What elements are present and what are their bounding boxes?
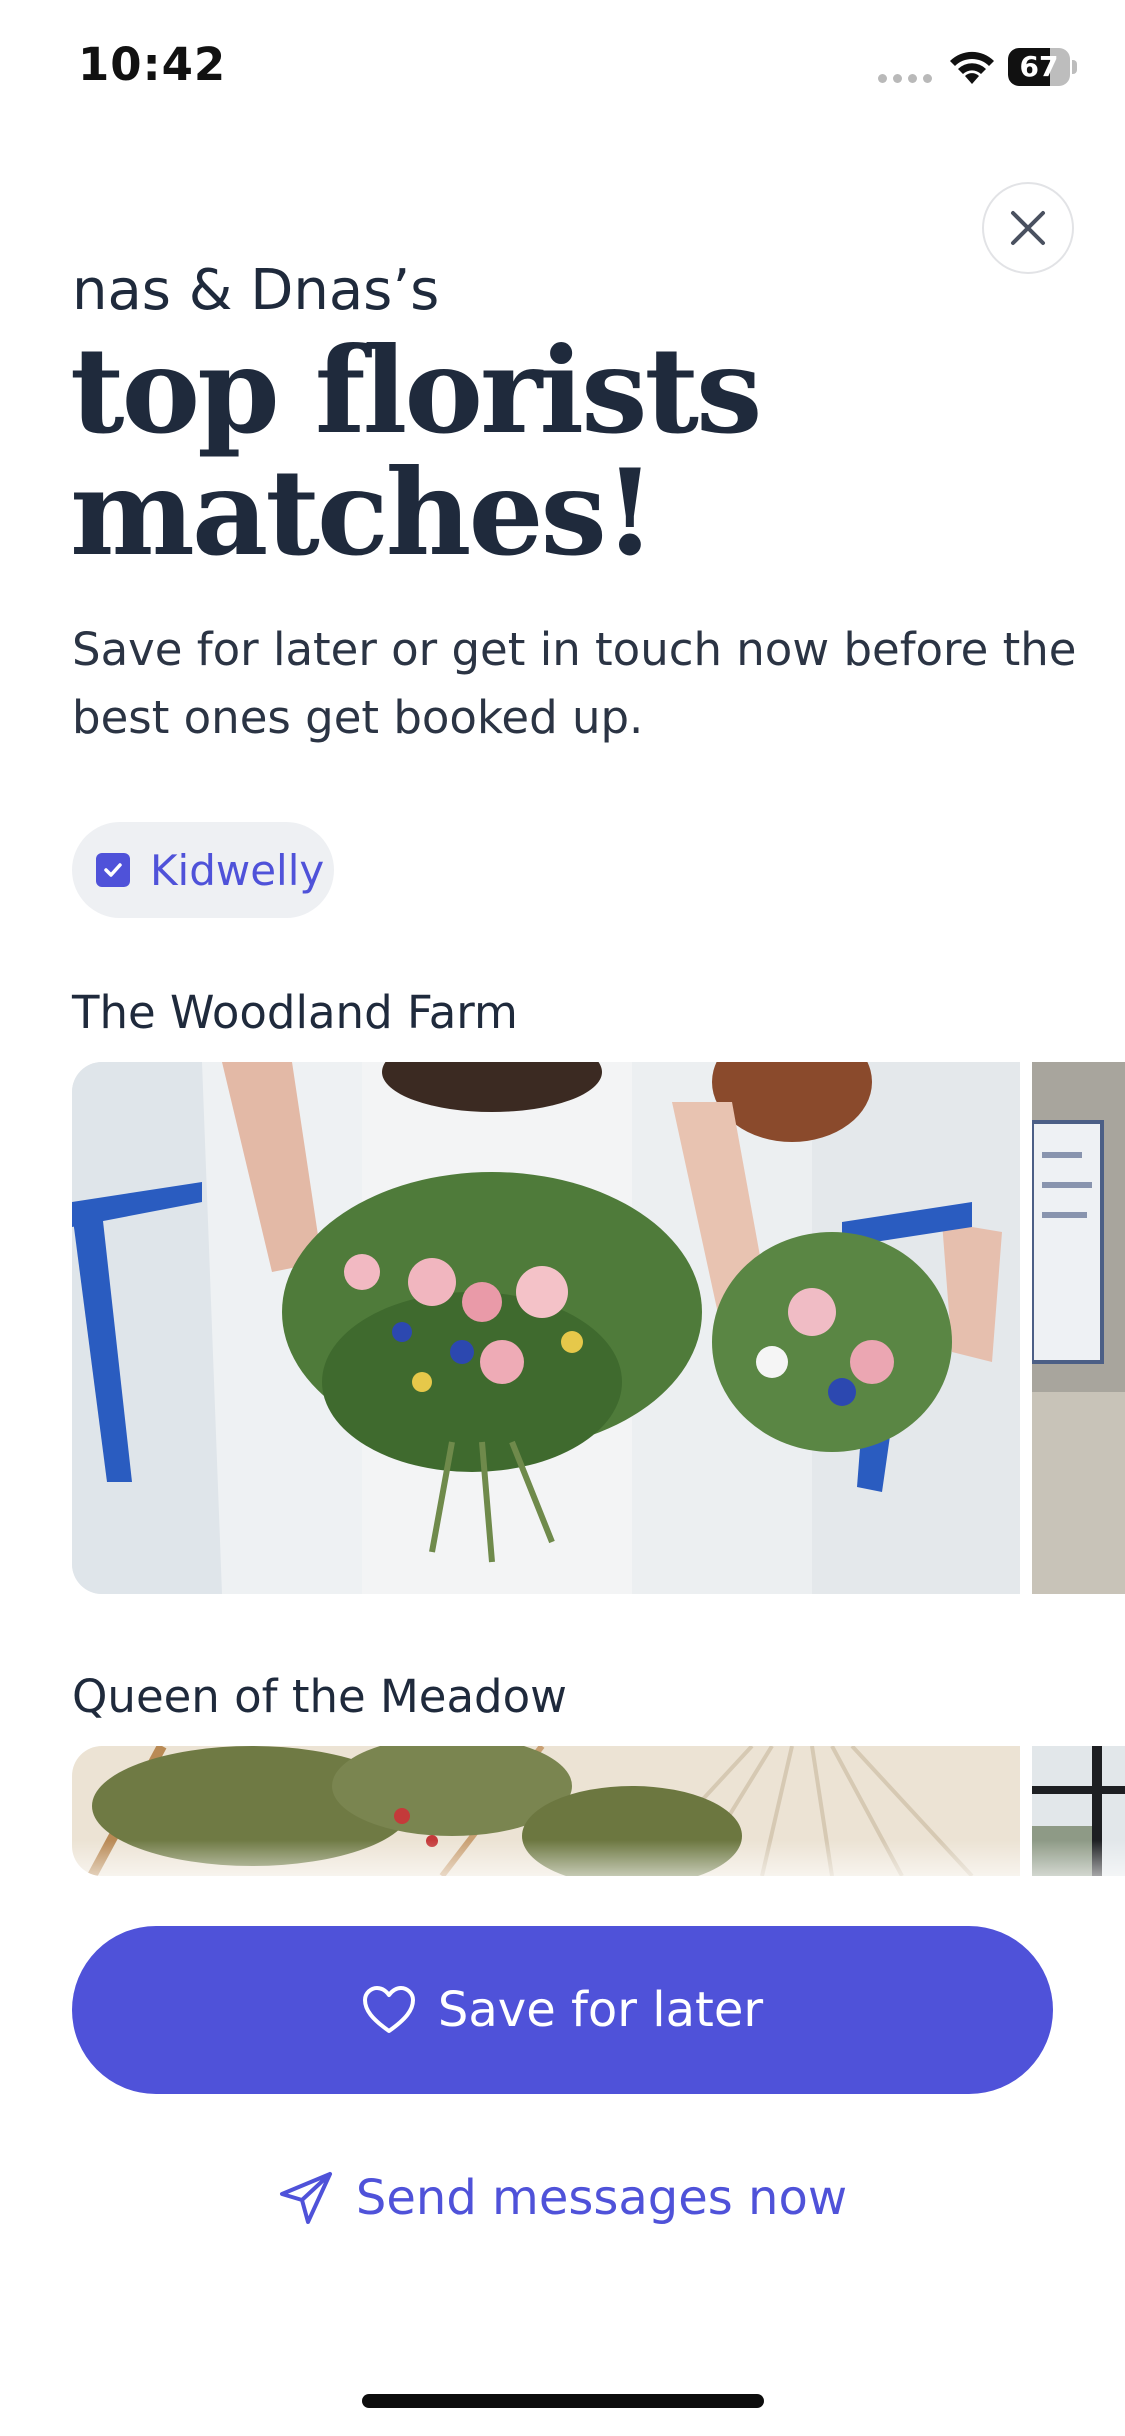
send-messages-label: Send messages now <box>355 2170 848 2226</box>
close-icon <box>1011 211 1045 245</box>
vendor-photo-carousel[interactable] <box>72 1062 1125 1594</box>
vendor-photo[interactable] <box>72 1062 1020 1594</box>
save-for-later-label: Save for later <box>437 1982 764 2038</box>
status-time: 10:42 <box>78 38 227 91</box>
page-title-line-2: matches! <box>70 443 656 582</box>
vendor-name[interactable]: Queen of the Meadow <box>72 1670 567 1723</box>
send-messages-button[interactable]: Send messages now <box>0 2170 1125 2226</box>
wifi-icon <box>950 51 994 84</box>
battery-icon: 67 <box>1008 48 1077 88</box>
page-description: Save for later or get in touch now befor… <box>72 623 1077 744</box>
cellular-signal-icon <box>878 74 932 83</box>
location-filter-chip[interactable]: Kidwelly <box>72 822 334 918</box>
save-for-later-button[interactable]: Save for later <box>72 1926 1053 2094</box>
page-title: top florists matches! <box>70 330 970 574</box>
close-button[interactable] <box>982 182 1074 274</box>
vendor-photo-next[interactable] <box>1032 1062 1125 1594</box>
content-fade <box>0 1840 1125 1900</box>
paper-plane-icon <box>279 2172 332 2224</box>
status-bar: 10:42 67 <box>0 0 1125 140</box>
battery-level: 67 <box>1019 50 1059 83</box>
heart-icon <box>362 1986 415 2033</box>
checkbox-checked-icon <box>96 853 130 887</box>
page-subtitle: nas & Dnas’s <box>72 258 440 323</box>
location-filter-label: Kidwelly <box>150 845 325 895</box>
home-indicator[interactable] <box>362 2394 764 2408</box>
vendor-name[interactable]: The Woodland Farm <box>72 986 518 1039</box>
page-title-line-1: top florists <box>70 321 762 460</box>
